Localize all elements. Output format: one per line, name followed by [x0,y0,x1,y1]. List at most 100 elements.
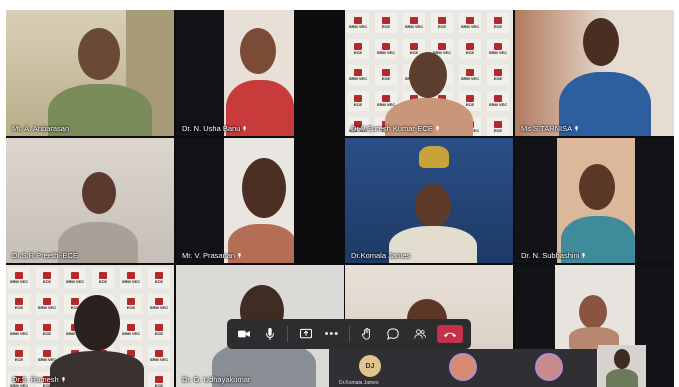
participant-name: Ms.S.TARNISA [521,124,579,133]
brand-text: ECE [437,24,447,29]
brand-emblem-icon [438,17,446,24]
participant-head [583,18,619,66]
brand-logo: ECE [36,320,58,340]
people-icon [413,329,426,339]
brand-logo: SRM VEC [459,65,481,85]
avatar[interactable] [449,353,477,381]
brand-logo: ECE [8,294,30,314]
brand-emblem-icon [43,298,51,305]
more-button[interactable]: ••• [323,325,341,343]
brand-logo: ECE [8,346,30,366]
brand-emblem-icon [43,324,51,331]
participant-name: Dr.S.R.Preethi-ECE [12,251,78,260]
video-tile[interactable]: Mr. V. Prasanan [176,138,294,263]
participant-head [74,295,120,351]
brand-emblem-icon [155,324,163,331]
chat-button[interactable] [384,325,402,343]
brand-emblem-icon [382,95,390,102]
brand-text: ECE [154,279,164,284]
meeting-toolbar: ••• [227,319,471,349]
participant-name: Mr. A. Anbarasan [12,124,70,133]
brand-logo: SRM VEC [459,13,481,33]
gallery-name: Dr.Komala James [339,380,379,386]
participant-head [78,28,120,80]
avatar[interactable]: DJ [359,355,381,377]
avatar-initials: DJ [365,362,375,370]
video-tile[interactable]: Dr. N. Usha Banu [176,10,294,136]
brand-logo: ECE [148,320,170,340]
brand-emblem-icon [466,17,474,24]
brand-logo: SRM VEC [36,294,58,314]
brand-text: ECE [98,279,108,284]
brand-emblem-icon [494,95,502,102]
brand-logo: SRM VEC [148,346,170,366]
brand-text: SRM VEC [65,279,85,284]
brand-text: ECE [493,24,503,29]
video-tile[interactable]: SRM VEC ECE SRM VEC ECE SRM VEC ECE ECE SRM VEC… [345,10,513,136]
brand-emblem-icon [354,17,362,24]
brand-logo: ECE [148,372,170,387]
brand-text: SRM VEC [488,50,508,55]
brand-text: ECE [381,76,391,81]
participant-head [409,52,447,98]
gallery-strip: DJ Dr.Komala James [329,349,597,387]
more-icon: ••• [324,328,340,340]
people-button[interactable] [411,325,429,343]
brand-logo: SRM VEC [120,268,142,288]
brand-logo: SRM VEC [64,268,86,288]
muted-mic-icon [61,376,66,383]
brand-emblem-icon [382,17,390,24]
video-tile[interactable]: Dr. N. Subhashini [515,138,674,263]
video-tile[interactable]: Dr.S.R.Preethi-ECE [6,138,174,263]
brand-text: SRM VEC [149,357,169,362]
share-screen-button[interactable] [297,325,315,343]
brand-logo: ECE [92,268,114,288]
brand-text: ECE [353,102,363,107]
toolbar-divider [349,326,351,342]
self-view[interactable] [598,345,646,387]
brand-emblem-icon [382,69,390,76]
brand-text: ECE [14,305,24,310]
brand-emblem-icon [410,43,418,50]
muted-mic-icon [237,252,242,259]
brand-emblem-icon [15,272,23,279]
participant-head [579,164,615,210]
brand-logo: ECE [375,13,397,33]
brand-emblem-icon [71,272,79,279]
brand-logo: SRM VEC [375,39,397,59]
brand-text: ECE [154,383,164,387]
brand-emblem-icon [127,272,135,279]
brand-text: SRM VEC [404,24,424,29]
brand-text: ECE [42,279,52,284]
brand-logo: ECE [36,268,58,288]
brand-text: SRM VEC [376,50,396,55]
brand-text: ECE [381,24,391,29]
brand-text: SRM VEC [121,279,141,284]
camera-button[interactable] [235,325,253,343]
brand-emblem-icon [155,272,163,279]
brand-emblem-icon [43,272,51,279]
video-tile[interactable]: Ms.S.TARNISA [515,10,674,136]
hang-up-icon [443,332,456,337]
microphone-button[interactable] [261,325,279,343]
video-tile[interactable]: Mr. A. Anbarasan [6,10,174,136]
brand-emblem-icon [466,95,474,102]
brand-text: SRM VEC [348,24,368,29]
avatar[interactable] [535,353,563,381]
brand-emblem-icon [410,17,418,24]
brand-text: SRM VEC [460,24,480,29]
brand-logo: ECE [487,13,509,33]
leave-button[interactable] [436,325,463,343]
brand-emblem-icon [382,43,390,50]
brand-emblem-icon [354,69,362,76]
brand-text: ECE [493,76,503,81]
brand-text: ECE [465,102,475,107]
emblem-icon [419,146,449,168]
raise-hand-button[interactable] [358,325,376,343]
brand-text: SRM VEC [9,279,29,284]
participant-head [579,295,607,329]
brand-text: ECE [42,331,52,336]
brand-emblem-icon [155,350,163,357]
video-tile[interactable]: Dr.Komala James [345,138,513,263]
video-tile[interactable]: SRM VEC ECE SRM VEC ECE SRM VEC ECE ECE SRM VEC… [6,265,174,387]
